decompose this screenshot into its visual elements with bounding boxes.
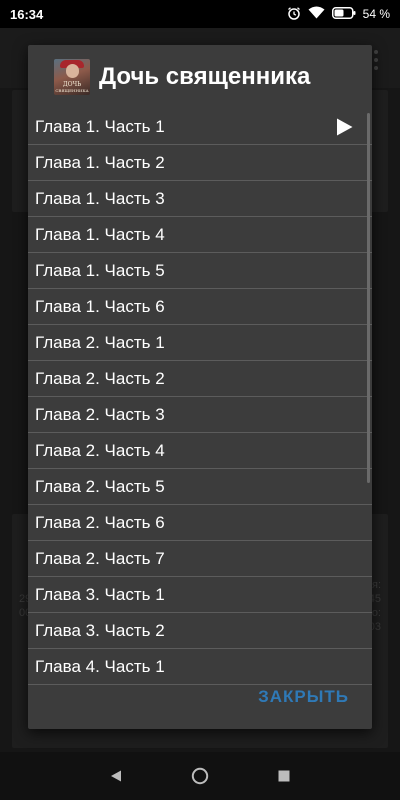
chapter-label: Глава 2. Часть 3 [35,404,165,424]
chapter-list-item[interactable]: Глава 1. Часть 4 [28,217,372,253]
book-cover-image: ДОЧЬ СВЯЩЕННИКА [54,59,90,95]
chapter-label: Глава 1. Часть 2 [35,152,165,172]
status-time: 16:34 [10,6,44,22]
close-button[interactable]: ЗАКРЫТЬ [258,687,349,707]
chapter-list-item[interactable]: Глава 3. Часть 2 [28,613,372,649]
scrollbar[interactable] [367,113,370,483]
overflow-menu-icon [374,50,378,74]
chapter-list-item[interactable]: Глава 4. Часть 1 [28,649,372,685]
dialog-title: Дочь священника [99,63,311,90]
navigation-bar [0,752,400,800]
chapter-label: Глава 2. Часть 4 [35,440,165,460]
chapter-label: Глава 2. Часть 6 [35,512,165,532]
chapter-label: Глава 2. Часть 1 [35,332,165,352]
chapter-list[interactable]: Глава 1. Часть 1 Глава 1. Часть 2 Глава 1.… [28,109,372,695]
chapter-list-item[interactable]: Глава 1. Часть 6 [28,289,372,325]
chapter-label: Глава 1. Часть 1 [35,116,165,136]
chapter-label: Глава 2. Часть 5 [35,476,165,496]
chapter-list-item[interactable]: Глава 3. Часть 1 [28,577,372,613]
battery-percent: 54 % [362,7,390,21]
wifi-icon [308,6,325,22]
chapter-list-item[interactable]: Глава 1. Часть 1 [28,109,372,145]
battery-icon [331,6,356,22]
chapter-list-item[interactable]: Глава 2. Часть 4 [28,433,372,469]
dialog-header: ДОЧЬ СВЯЩЕННИКА Дочь священника [28,45,372,109]
home-icon[interactable] [191,767,209,785]
chapter-label: Глава 4. Часть 1 [35,656,165,676]
back-icon[interactable] [107,767,125,785]
chapter-list-item[interactable]: Глава 2. Часть 7 [28,541,372,577]
chapter-label: Глава 3. Часть 2 [35,620,165,640]
chapter-list-item[interactable]: Глава 2. Часть 3 [28,397,372,433]
recents-icon[interactable] [275,767,293,785]
chapter-list-item[interactable]: Глава 2. Часть 5 [28,469,372,505]
chapter-label: Глава 3. Часть 1 [35,584,165,604]
chapter-label: Глава 2. Часть 2 [35,368,165,388]
chapter-list-item[interactable]: Глава 2. Часть 1 [28,325,372,361]
chapter-label: Глава 2. Часть 7 [35,548,165,568]
alarm-icon [287,6,301,23]
chapter-list-item[interactable]: Глава 1. Часть 3 [28,181,372,217]
status-bar: 16:34 54 % [0,0,400,28]
chapter-list-item[interactable]: Глава 2. Часть 6 [28,505,372,541]
chapter-list-item[interactable]: Глава 1. Часть 2 [28,145,372,181]
chapter-label: Глава 1. Часть 6 [35,296,165,316]
chapter-label: Глава 1. Часть 3 [35,188,165,208]
chapter-label: Глава 1. Часть 5 [35,260,165,280]
chapter-list-item[interactable]: Глава 2. Часть 2 [28,361,372,397]
play-icon[interactable] [334,117,354,142]
status-icons: 54 % [287,6,390,23]
chapter-list-item[interactable]: Глава 1. Часть 5 [28,253,372,289]
chapter-label: Глава 1. Часть 4 [35,224,165,244]
chapter-dialog: ДОЧЬ СВЯЩЕННИКА Дочь священника Глава 1.… [28,45,372,729]
